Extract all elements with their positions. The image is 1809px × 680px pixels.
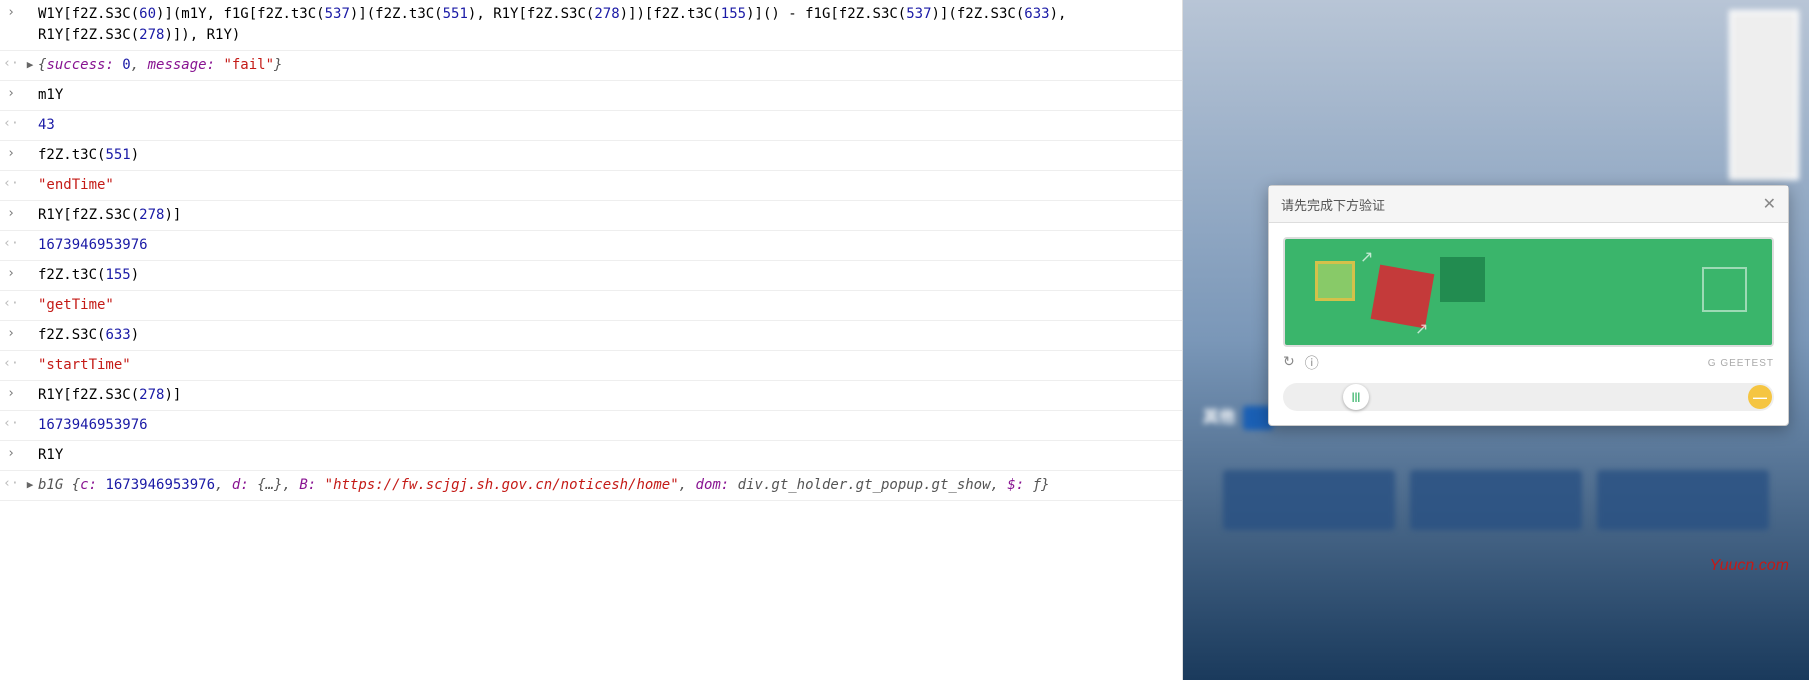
console-content[interactable]: m1Y [38,85,1182,106]
console-content[interactable]: 1673946953976 [38,415,1182,436]
console-input-row: › m1Y [0,81,1182,111]
console-input-row: › f2Z.t3C(551) [0,141,1182,171]
console-content[interactable]: f2Z.t3C(551) [38,145,1182,166]
expand-toggle-icon [22,235,38,238]
captcha-slider-end: — [1748,385,1772,409]
captcha-modal: 请先完成下方验证 ✕ ↗ ↗ ↻ ⓘ G GEETEST [1268,185,1789,426]
expand-toggle-icon [22,295,38,298]
puzzle-piece-outline [1315,261,1355,301]
console-content[interactable]: R1Y[f2Z.S3C(278)] [38,385,1182,406]
console-output-row: ‹·▶{success: 0, message: "fail"} [0,51,1182,81]
brand-icon: G [1708,358,1717,369]
output-arrow-icon: ‹· [0,475,22,491]
info-icon[interactable]: ⓘ [1305,353,1319,373]
output-arrow-icon: ‹· [0,115,22,131]
console-output-row: ‹· "getTime" [0,291,1182,321]
output-arrow-icon: ‹· [0,55,22,71]
console-content[interactable]: {success: 0, message: "fail"} [38,55,1182,76]
input-arrow-icon: › [0,385,22,401]
console-input-row: › f2Z.S3C(633) [0,321,1182,351]
expand-toggle-icon [22,145,38,148]
console-content[interactable]: W1Y[f2Z.S3C(60)](m1Y, f1G[f2Z.t3C(537)](… [38,4,1182,46]
output-arrow-icon: ‹· [0,175,22,191]
puzzle-piece-dark [1440,257,1485,302]
console-content[interactable]: f2Z.t3C(155) [38,265,1182,286]
input-arrow-icon: › [0,265,22,281]
input-arrow-icon: › [0,145,22,161]
blurred-sidebar-widget [1729,10,1799,180]
card-row [1223,470,1769,530]
arrow-icon: ↗ [1360,247,1373,267]
puzzle-slot [1702,267,1747,312]
output-arrow-icon: ‹· [0,415,22,431]
console-output-row: ‹· "startTime" [0,351,1182,381]
console-input-row: › R1Y[f2Z.S3C(278)] [0,201,1182,231]
expand-toggle-icon[interactable]: ▶ [22,55,38,71]
console-output-row: ‹· 1673946953976 [0,411,1182,441]
captcha-header: 请先完成下方验证 ✕ [1269,186,1788,223]
console-content[interactable]: 1673946953976 [38,235,1182,256]
expand-toggle-icon [22,205,38,208]
console-output-row: ‹· "endTime" [0,171,1182,201]
expand-toggle-icon [22,115,38,118]
input-arrow-icon: › [0,85,22,101]
console-input-row: › f2Z.t3C(155) [0,261,1182,291]
expand-toggle-icon [22,85,38,88]
brand-text: GEETEST [1720,358,1774,369]
devtools-console[interactable]: › W1Y[f2Z.S3C(60)](m1Y, f1G[f2Z.t3C(537)]… [0,0,1183,680]
captcha-title: 请先完成下方验证 [1281,195,1385,214]
watermark-text: Yuucn.com [1710,557,1789,575]
arrow-icon: ↗ [1415,319,1428,339]
console-content[interactable]: "getTime" [38,295,1182,316]
captcha-controls: ↻ ⓘ G GEETEST [1283,347,1774,379]
console-content[interactable]: R1Y [38,445,1182,466]
input-arrow-icon: › [0,445,22,461]
console-content[interactable]: 43 [38,115,1182,136]
expand-toggle-icon [22,385,38,388]
close-icon[interactable]: ✕ [1763,194,1776,214]
output-arrow-icon: ‹· [0,235,22,251]
input-arrow-icon: › [0,4,22,20]
expand-toggle-icon [22,325,38,328]
console-output-row: ‹· 43 [0,111,1182,141]
console-input-row: › R1Y[f2Z.S3C(278)] [0,381,1182,411]
console-output-row: ‹· 1673946953976 [0,231,1182,261]
console-content[interactable]: "startTime" [38,355,1182,376]
console-output-row: ‹·▶b1G {c: 1673946953976, d: {…}, B: "ht… [0,471,1182,501]
nav-category-label: 其他 [1203,403,1235,427]
console-content[interactable]: "endTime" [38,175,1182,196]
console-input-row: › W1Y[f2Z.S3C(60)](m1Y, f1G[f2Z.t3C(537)]… [0,0,1182,51]
expand-toggle-icon [22,175,38,178]
input-arrow-icon: › [0,325,22,341]
expand-toggle-icon[interactable]: ▶ [22,475,38,491]
output-arrow-icon: ‹· [0,295,22,311]
card[interactable] [1597,470,1769,530]
captcha-slider-handle[interactable]: ||| [1343,384,1369,410]
card[interactable] [1410,470,1582,530]
output-arrow-icon: ‹· [0,355,22,371]
console-input-row: › R1Y [0,441,1182,471]
captcha-slider-track[interactable]: ||| — [1283,383,1774,411]
console-content[interactable]: R1Y[f2Z.S3C(278)] [38,205,1182,226]
refresh-icon[interactable]: ↻ [1283,353,1295,373]
console-content[interactable]: f2Z.S3C(633) [38,325,1182,346]
expand-toggle-icon [22,265,38,268]
expand-toggle-icon [22,415,38,418]
console-content[interactable]: b1G {c: 1673946953976, d: {…}, B: "https… [38,475,1182,496]
webpage-preview: 其他 Yuucn.com 请先完成下方验证 ✕ ↗ ↗ [1183,0,1809,680]
card[interactable] [1223,470,1395,530]
captcha-brand: G GEETEST [1708,358,1774,369]
expand-toggle-icon [22,355,38,358]
input-arrow-icon: › [0,205,22,221]
captcha-puzzle-image: ↗ ↗ [1283,237,1774,347]
captcha-body: ↗ ↗ ↻ ⓘ G GEETEST ||| — [1269,223,1788,425]
expand-toggle-icon [22,4,38,7]
expand-toggle-icon [22,445,38,448]
